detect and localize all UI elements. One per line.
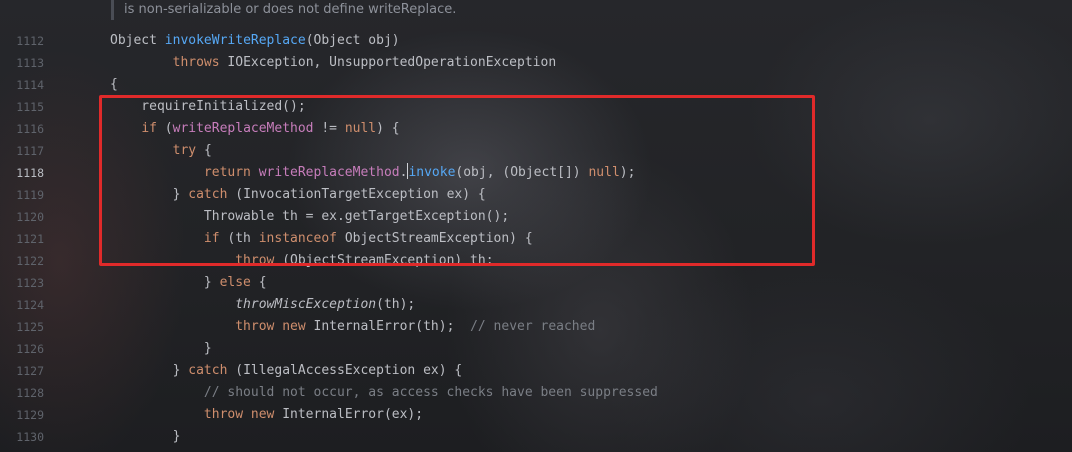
code-line[interactable]: throwMiscException(th); (110, 294, 1050, 316)
code-token: { (110, 77, 118, 92)
code-line[interactable]: throw new InternalError(th); // never re… (110, 316, 1050, 338)
line-number[interactable]: 1116 (0, 118, 44, 140)
line-number[interactable]: 1121 (0, 228, 44, 250)
doc-comment: is non-serializable or does not define w… (0, 0, 1072, 22)
code-token: } (110, 341, 212, 356)
code-line[interactable]: Object invokeWriteReplace(Object obj) (110, 30, 1050, 52)
code-token: (Object obj) (305, 33, 400, 48)
code-token: else (219, 275, 259, 290)
line-number[interactable]: 1112 (0, 30, 44, 52)
code-editor[interactable]: is non-serializable or does not define w… (0, 0, 1072, 452)
code-token: // should not occur, as access checks ha… (203, 385, 658, 400)
doc-comment-bar (111, 0, 114, 20)
line-number[interactable]: 1128 (0, 382, 44, 404)
code-token: IOException, UnsupportedOperationExcepti… (227, 55, 557, 70)
code-token: // never reached (470, 319, 596, 334)
code-token: InternalError(th); (313, 319, 471, 334)
line-number[interactable]: 1130 (0, 426, 44, 448)
line-number[interactable]: 1115 (0, 96, 44, 118)
line-number-gutter[interactable]: 1112 1113 1114 1115 1116 1117 1118 1119 1120 1121… (0, 30, 44, 448)
line-number[interactable]: 1119 (0, 184, 44, 206)
line-number[interactable]: 1127 (0, 360, 44, 382)
code-line[interactable]: } (110, 338, 1050, 360)
code-line[interactable]: { (110, 74, 1050, 96)
line-number[interactable]: 1118 (0, 162, 44, 184)
doc-comment-text: is non-serializable or does not define w… (124, 2, 457, 17)
code-line[interactable]: throw new InternalError(ex); (110, 404, 1050, 426)
code-token: catch (188, 363, 236, 378)
line-number[interactable]: 1113 (0, 52, 44, 74)
code-line[interactable]: } (110, 426, 1050, 448)
code-token: throw new (203, 407, 283, 422)
code-token: Object (110, 33, 165, 48)
code-token: { (258, 275, 267, 290)
code-line[interactable]: } catch (IllegalAccessException ex) { (110, 360, 1050, 382)
code-token: (IllegalAccessException ex) { (235, 363, 463, 378)
code-token: } (110, 429, 181, 444)
code-token: throwMiscException (235, 297, 377, 312)
code-token: } (110, 363, 189, 378)
code-token: throws (172, 55, 228, 70)
line-number[interactable]: 1129 (0, 404, 44, 426)
line-number[interactable]: 1122 (0, 250, 44, 272)
code-token: InternalError(ex); (282, 407, 424, 422)
line-number[interactable]: 1126 (0, 338, 44, 360)
line-number[interactable]: 1120 (0, 206, 44, 228)
line-number[interactable]: 1125 (0, 316, 44, 338)
line-number[interactable]: 1123 (0, 272, 44, 294)
code-token: (th); (376, 297, 416, 312)
red-highlight-box (99, 95, 815, 266)
line-number[interactable]: 1117 (0, 140, 44, 162)
code-line[interactable]: throws IOException, UnsupportedOperation… (110, 52, 1050, 74)
code-line[interactable]: // should not occur, as access checks ha… (110, 382, 1050, 404)
code-token: } (110, 275, 220, 290)
line-number[interactable]: 1114 (0, 74, 44, 96)
code-line[interactable]: } else { (110, 272, 1050, 294)
line-number[interactable]: 1124 (0, 294, 44, 316)
code-token: throw new (235, 319, 314, 334)
code-token: invokeWriteReplace (164, 33, 306, 48)
